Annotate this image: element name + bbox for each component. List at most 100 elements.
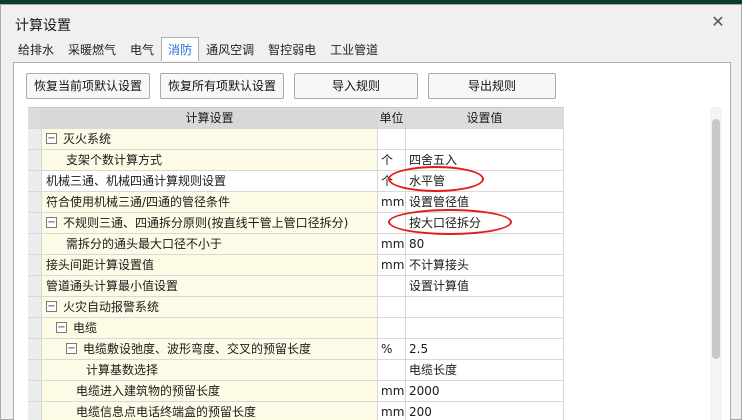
setting-label-cell: 机械三通、机械四通计算规则设置 [42,171,378,191]
collapse-toggle-icon[interactable]: − [46,301,57,312]
dialog-title: 计算设置 [15,18,71,34]
setting-label: 支架个数计算方式 [66,153,163,167]
table-row[interactable]: 管道通头计算最小值设置 设置计算值 [28,276,564,297]
table-row[interactable]: − 电缆 [28,318,564,339]
row-header-cell[interactable] [28,318,42,338]
setting-label-cell: − 电缆敷设弛度、波形弯度、交叉的预留长度 [42,339,378,359]
unit-cell: mm [378,192,406,212]
table-row[interactable]: − 电缆敷设弛度、波形弯度、交叉的预留长度% 2.5 [28,339,564,360]
tab-5[interactable]: 智控弱电 [261,39,323,61]
tab-4[interactable]: 通风空调 [199,39,261,61]
value-cell[interactable]: 四舍五入 [406,150,564,170]
setting-label-cell: 需拆分的通头最大口径不小于 [42,234,378,254]
row-header-cell[interactable] [28,255,42,275]
value-cell[interactable]: 设置计算值 [406,276,564,296]
row-header-cell[interactable] [28,276,42,296]
value-cell[interactable] [406,129,564,149]
value-cell[interactable]: 按大口径拆分 [406,213,564,233]
setting-label-cell: − 不规则三通、四通拆分原则(按直线干管上管口径拆分) [42,213,378,233]
setting-label: 机械三通、机械四通计算规则设置 [46,174,227,188]
table-row[interactable]: − 不规则三通、四通拆分原则(按直线干管上管口径拆分) 按大口径拆分 [28,213,564,234]
value-cell[interactable]: 不计算接头 [406,255,564,275]
restore-current-button[interactable]: 恢复当前项默认设置 [26,73,150,99]
unit-cell [378,318,406,338]
collapse-toggle-icon[interactable]: − [56,322,67,333]
unit-cell: mm [378,234,406,254]
collapse-toggle-icon[interactable]: − [66,343,77,354]
value-cell[interactable]: 设置管径值 [406,192,564,212]
row-header-cell[interactable] [28,213,42,233]
unit-cell [378,129,406,149]
setting-label-cell: 管道通头计算最小值设置 [42,276,378,296]
collapse-toggle-icon[interactable]: − [46,217,57,228]
row-header-cell[interactable] [28,234,42,254]
row-header-cell[interactable] [28,150,42,170]
value-cell[interactable]: 200 [406,402,564,420]
unit-cell [378,213,406,233]
export-rules-button[interactable]: 导出规则 [428,73,556,99]
unit-cell: mm [378,381,406,401]
scrollbar-thumb[interactable] [712,119,720,359]
value-cell[interactable] [406,318,564,338]
setting-label-cell: − 灭火系统 [42,129,378,149]
tab-6[interactable]: 工业管道 [323,39,385,61]
close-icon[interactable]: ✕ [709,13,727,31]
setting-label-cell: − 电缆 [42,318,378,338]
table-row[interactable]: − 火灾自动报警系统 [28,297,564,318]
table-row[interactable]: − 灭火系统 [28,129,564,150]
calc-settings-dialog: 计算设置 ✕ 给排水 采暖燃气 电气 消防 通风空调 智控弱电 工业管道 恢复当前项默认设置… [0,4,742,420]
setting-label: 电缆敷设弛度、波形弯度、交叉的预留长度 [83,342,312,356]
setting-label: 灭火系统 [63,132,112,146]
table-row[interactable]: 需拆分的通头最大口径不小于 mm 80 [28,234,564,255]
tab-2[interactable]: 电气 [123,39,161,61]
setting-label: 符合使用机械三通/四通的管径条件 [46,195,231,209]
value-cell[interactable]: 2000 [406,381,564,401]
setting-label: 电缆进入建筑物的预留长度 [76,384,221,398]
table-row[interactable]: 接头间距计算设置值 mm 不计算接头 [28,255,564,276]
collapse-toggle-icon[interactable]: − [46,133,57,144]
table-row[interactable]: 机械三通、机械四通计算规则设置 个水平管 [28,171,564,192]
table-row[interactable]: 符合使用机械三通/四通的管径条件 mm 设置管径值 [28,192,564,213]
row-header-cell[interactable] [28,360,42,380]
setting-label: 电缆 [73,321,98,335]
value-cell[interactable]: 2.5 [406,339,564,359]
row-header-cell[interactable] [28,339,42,359]
setting-label: 管道通头计算最小值设置 [46,279,179,293]
import-rules-button[interactable]: 导入规则 [294,73,418,99]
restore-all-button[interactable]: 恢复所有项默认设置 [160,73,284,99]
tab-bar: 给排水 采暖燃气 电气 消防 通风空调 智控弱电 工业管道 [11,37,385,61]
setting-label: 接头间距计算设置值 [46,258,155,272]
row-header-cell[interactable] [28,171,42,191]
table-row[interactable]: 计算基数选择 电缆长度 [28,360,564,381]
table-row[interactable]: 电缆信息点电话终端盒的预留长度 mm 200 [28,402,564,420]
row-header-cell[interactable] [28,381,42,401]
value-cell[interactable]: 水平管 [406,171,564,191]
setting-label-cell: 支架个数计算方式 [42,150,378,170]
header-corner [28,108,42,128]
row-header-cell[interactable] [28,402,42,420]
tab-3[interactable]: 消防 [161,37,200,61]
header-value: 设置值 [406,108,564,128]
value-cell[interactable] [406,297,564,317]
header-setting: 计算设置 [42,108,378,128]
setting-label: 需拆分的通头最大口径不小于 [66,237,223,251]
value-cell[interactable]: 80 [406,234,564,254]
row-header-cell[interactable] [28,297,42,317]
tab-panel: 恢复当前项默认设置 恢复所有项默认设置 导入规则 导出规则 计算设置 单位 设置… [13,62,731,420]
unit-cell: 个 [378,171,406,191]
grid-header: 计算设置 单位 设置值 [28,108,564,129]
setting-label-cell: 电缆进入建筑物的预留长度 [42,381,378,401]
table-row[interactable]: 电缆进入建筑物的预留长度 mm 2000 [28,381,564,402]
row-header-cell[interactable] [28,192,42,212]
row-header-cell[interactable] [28,129,42,149]
setting-label: 不规则三通、四通拆分原则(按直线干管上管口径拆分) [63,216,349,230]
table-row[interactable]: 支架个数计算方式 个四舍五入 [28,150,564,171]
tab-0[interactable]: 给排水 [11,39,61,61]
setting-label-cell: 计算基数选择 [42,360,378,380]
value-cell[interactable]: 电缆长度 [406,360,564,380]
setting-label-cell: 电缆信息点电话终端盒的预留长度 [42,402,378,420]
title-bar: 计算设置 ✕ [1,5,741,39]
setting-label: 火灾自动报警系统 [63,300,160,314]
unit-cell [378,276,406,296]
tab-1[interactable]: 采暖燃气 [61,39,123,61]
